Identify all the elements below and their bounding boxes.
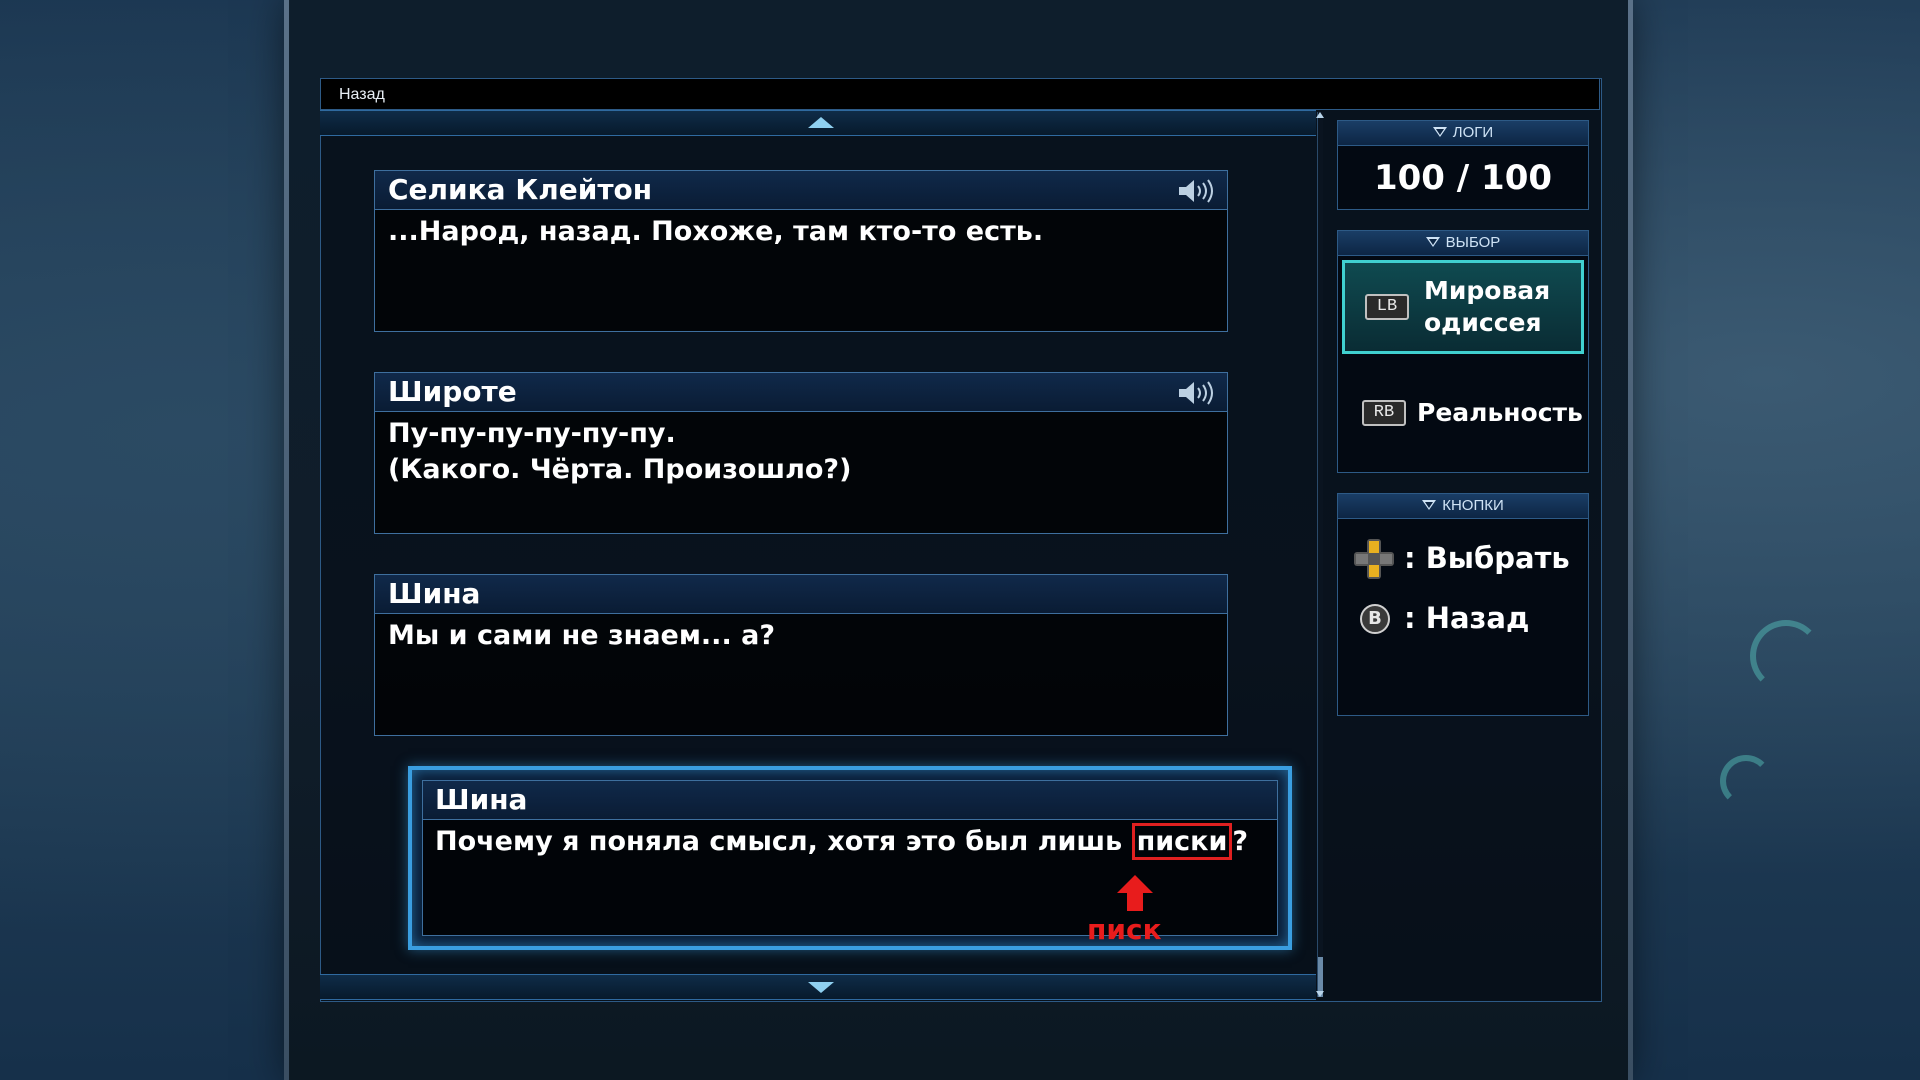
choice-option-reality[interactable]: RB Реальность [1338, 358, 1588, 468]
collapse-triangle-icon [1432, 127, 1447, 138]
highlighted-word: писки [1131, 823, 1233, 860]
logs-box: ЛОГИ 100 / 100 [1337, 120, 1589, 210]
title-bar: Назад [320, 78, 1600, 110]
back-link[interactable]: Назад [339, 86, 385, 104]
collapse-triangle-icon [1422, 500, 1437, 511]
buttons-title: КНОПКИ [1442, 497, 1504, 514]
logs-title: ЛОГИ [1452, 124, 1494, 141]
log-entry-selected[interactable]: Шина Почему я поняла смысл, хотя это был… [408, 766, 1292, 950]
button-hint-select: : Выбрать [1338, 529, 1588, 589]
dialogue-text-after: ? [1232, 826, 1249, 857]
background-plant [1720, 755, 1772, 807]
button-hint-label: : Выбрать [1404, 541, 1570, 575]
scroll-up-strip[interactable] [320, 110, 1316, 136]
logs-count: 100 / 100 [1373, 158, 1553, 198]
scrollbar-down-icon[interactable] [1316, 991, 1324, 997]
dialogue-text: Почему я поняла смысл, хотя это был лишь… [423, 820, 1277, 864]
choice-box: ВЫБОР LB Мировая одиссея RB Реальность [1337, 230, 1589, 473]
red-arrow-up-icon [1117, 875, 1153, 911]
collapse-triangle-icon [1425, 237, 1440, 248]
log-entry[interactable]: Шина Мы и сами не знаем... а? [374, 574, 1228, 736]
speaker-name: Селика Клейтон [388, 173, 653, 206]
scroll-down-arrow-icon[interactable] [808, 982, 834, 993]
scroll-down-strip[interactable] [320, 974, 1316, 1000]
right-rail [1628, 0, 1633, 1080]
dialogue-text-before: Почему я поняла смысл, хотя это был лишь [435, 826, 1132, 857]
log-entry[interactable]: Широте Пу-пу-пу-пу-пу-пу. (Какого. Чёрта… [374, 372, 1228, 534]
speaker-name: Шина [423, 781, 1277, 820]
rb-button-icon: RB [1362, 400, 1406, 426]
dpad-icon [1354, 539, 1394, 579]
scrollbar[interactable] [1317, 112, 1323, 997]
speaker-name: Шина [388, 577, 481, 610]
lb-button-icon: LB [1365, 294, 1409, 320]
choice-label: Реальность [1417, 398, 1583, 427]
dialogue-text: Пу-пу-пу-пу-пу-пу. (Какого. Чёрта. Произ… [388, 418, 852, 485]
button-hint-back: B : Назад [1338, 589, 1588, 649]
log-entry[interactable]: Селика Клейтон ...Народ, назад. Похоже, … [374, 170, 1228, 332]
b-button-icon: B [1360, 604, 1390, 634]
choice-title: ВЫБОР [1445, 234, 1501, 251]
choice-label: Мировая одиссея [1424, 276, 1551, 337]
scrollbar-up-icon[interactable] [1316, 112, 1324, 118]
choice-option-world-odyssey[interactable]: LB Мировая одиссея [1342, 260, 1584, 354]
buttons-box: КНОПКИ : Выбрать B : Назад [1337, 493, 1589, 716]
annotation-label: писк [1087, 913, 1162, 946]
speaker-voice-icon[interactable] [1177, 380, 1217, 406]
button-hint-label: : Назад [1404, 601, 1530, 635]
scroll-up-arrow-icon[interactable] [808, 117, 834, 128]
dialogue-text: ...Народ, назад. Похоже, там кто-то есть… [388, 216, 1044, 247]
speaker-voice-icon[interactable] [1177, 178, 1217, 204]
background-plant [1750, 620, 1822, 692]
speaker-name: Широте [388, 375, 517, 408]
dialogue-text: Мы и сами не знаем... а? [388, 620, 775, 651]
left-rail [284, 0, 289, 1080]
